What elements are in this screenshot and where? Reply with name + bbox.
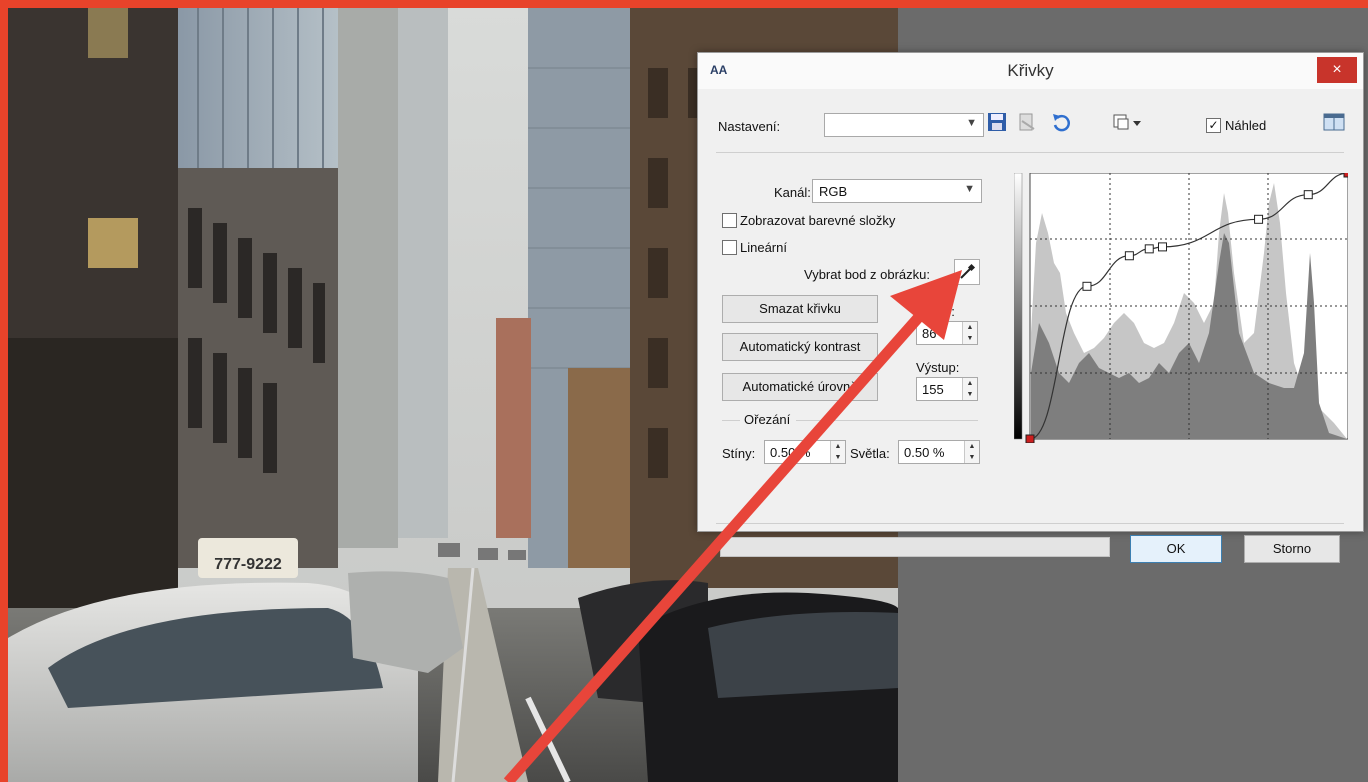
undo-arrow-icon bbox=[1053, 114, 1070, 132]
curve-control-point[interactable] bbox=[1124, 251, 1134, 261]
reset-button[interactable] bbox=[1048, 112, 1074, 138]
show-colors-checkbox[interactable] bbox=[722, 213, 737, 228]
spin-arrows-icon[interactable]: ▲ ▼ bbox=[830, 441, 845, 463]
curve-graph[interactable] bbox=[1013, 168, 1353, 456]
curve-control-point[interactable] bbox=[1025, 434, 1035, 444]
curves-dialog: AA Křivky × Nastavení: ▼ ✓ Náhled Kanál:… bbox=[697, 52, 1364, 563]
spin-arrows-icon[interactable]: ▲ ▼ bbox=[964, 441, 979, 463]
progress-bar bbox=[720, 537, 1110, 557]
options-dropdown-icon bbox=[1113, 114, 1141, 130]
input-label: Vstup: bbox=[918, 304, 955, 319]
spin-arrows-icon[interactable]: ▲ ▼ bbox=[962, 378, 977, 400]
pick-point-label: Vybrat bod z obrázku: bbox=[804, 267, 930, 282]
clip-divider-right bbox=[796, 420, 978, 421]
shadows-value: 0.50 % bbox=[770, 445, 811, 460]
delete-preset-icon bbox=[1019, 113, 1035, 131]
channel-value: RGB bbox=[819, 184, 848, 199]
clip-divider-left bbox=[722, 420, 740, 421]
ok-button[interactable]: OK bbox=[1130, 535, 1222, 563]
shadows-label: Stíny: bbox=[722, 446, 756, 461]
divider-bottom bbox=[716, 523, 1344, 524]
auto-contrast-button[interactable]: Automatický kontrast bbox=[722, 333, 878, 361]
split-view-icon bbox=[1323, 113, 1345, 131]
curve-control-point[interactable] bbox=[1158, 242, 1167, 252]
linear-checkbox[interactable] bbox=[722, 240, 737, 255]
compare-view-button[interactable] bbox=[1321, 112, 1347, 138]
input-value: 86 bbox=[922, 326, 937, 341]
shadows-spinner[interactable]: 0.50 % ▲ ▼ bbox=[764, 440, 846, 464]
output-value: 155 bbox=[922, 382, 944, 397]
highlights-spinner[interactable]: 0.50 % ▲ ▼ bbox=[898, 440, 980, 464]
close-button[interactable]: × bbox=[1317, 57, 1357, 83]
dialog-title: Křivky bbox=[1007, 61, 1054, 80]
delete-preset-button[interactable] bbox=[1014, 112, 1040, 138]
output-gradient-bar bbox=[1013, 172, 1023, 440]
highlights-value: 0.50 % bbox=[904, 445, 945, 460]
auto-levels-button[interactable]: Automatické úrovně bbox=[722, 373, 878, 401]
clear-curve-button[interactable]: Smazat křivku bbox=[722, 295, 878, 323]
channel-label: Kanál: bbox=[774, 185, 811, 200]
show-colors-label: Zobrazovat barevné složky bbox=[740, 213, 896, 228]
channel-dropdown[interactable]: RGB ▼ bbox=[812, 179, 982, 203]
dialog-titlebar[interactable]: AA Křivky × bbox=[698, 53, 1363, 89]
linear-label: Lineární bbox=[740, 240, 787, 255]
preset-label: Nastavení: bbox=[718, 119, 781, 134]
curve-control-point[interactable] bbox=[1343, 168, 1353, 178]
dialog-body: Nastavení: ▼ ✓ Náhled Kanál: RGB ▼ Zobra… bbox=[708, 97, 1353, 563]
cancel-button[interactable]: Storno bbox=[1244, 535, 1340, 563]
save-preset-button[interactable] bbox=[984, 112, 1010, 138]
chevron-down-icon: ▼ bbox=[966, 117, 977, 129]
output-spinner[interactable]: 155 ▲ ▼ bbox=[916, 377, 978, 401]
eyedropper-button[interactable] bbox=[954, 259, 980, 285]
save-disk-icon bbox=[988, 113, 1006, 131]
divider-top bbox=[716, 152, 1344, 153]
highlights-label: Světla: bbox=[850, 446, 890, 461]
curve-control-point[interactable] bbox=[1144, 244, 1154, 254]
curve-editor[interactable] bbox=[1013, 168, 1353, 456]
curve-control-point[interactable] bbox=[1254, 214, 1264, 224]
chevron-down-icon: ▼ bbox=[964, 183, 975, 195]
preview-checkbox[interactable]: ✓ bbox=[1206, 118, 1221, 133]
frame-left-border bbox=[0, 0, 8, 782]
eyedropper-icon bbox=[960, 263, 976, 279]
display-options-button[interactable] bbox=[1110, 112, 1146, 138]
preview-label: Náhled bbox=[1225, 118, 1267, 133]
curve-control-point[interactable] bbox=[1082, 281, 1092, 291]
spin-arrows-icon[interactable]: ▲ ▼ bbox=[962, 322, 977, 344]
input-spinner[interactable]: 86 ▲ ▼ bbox=[916, 321, 978, 345]
frame-top-border bbox=[0, 0, 1368, 8]
output-label: Výstup: bbox=[916, 360, 960, 375]
curve-control-point[interactable] bbox=[1303, 190, 1313, 200]
clip-label: Ořezání bbox=[744, 412, 791, 427]
taxi-sign-number: 777-9222 bbox=[214, 556, 282, 573]
preset-dropdown[interactable]: ▼ bbox=[824, 113, 984, 137]
